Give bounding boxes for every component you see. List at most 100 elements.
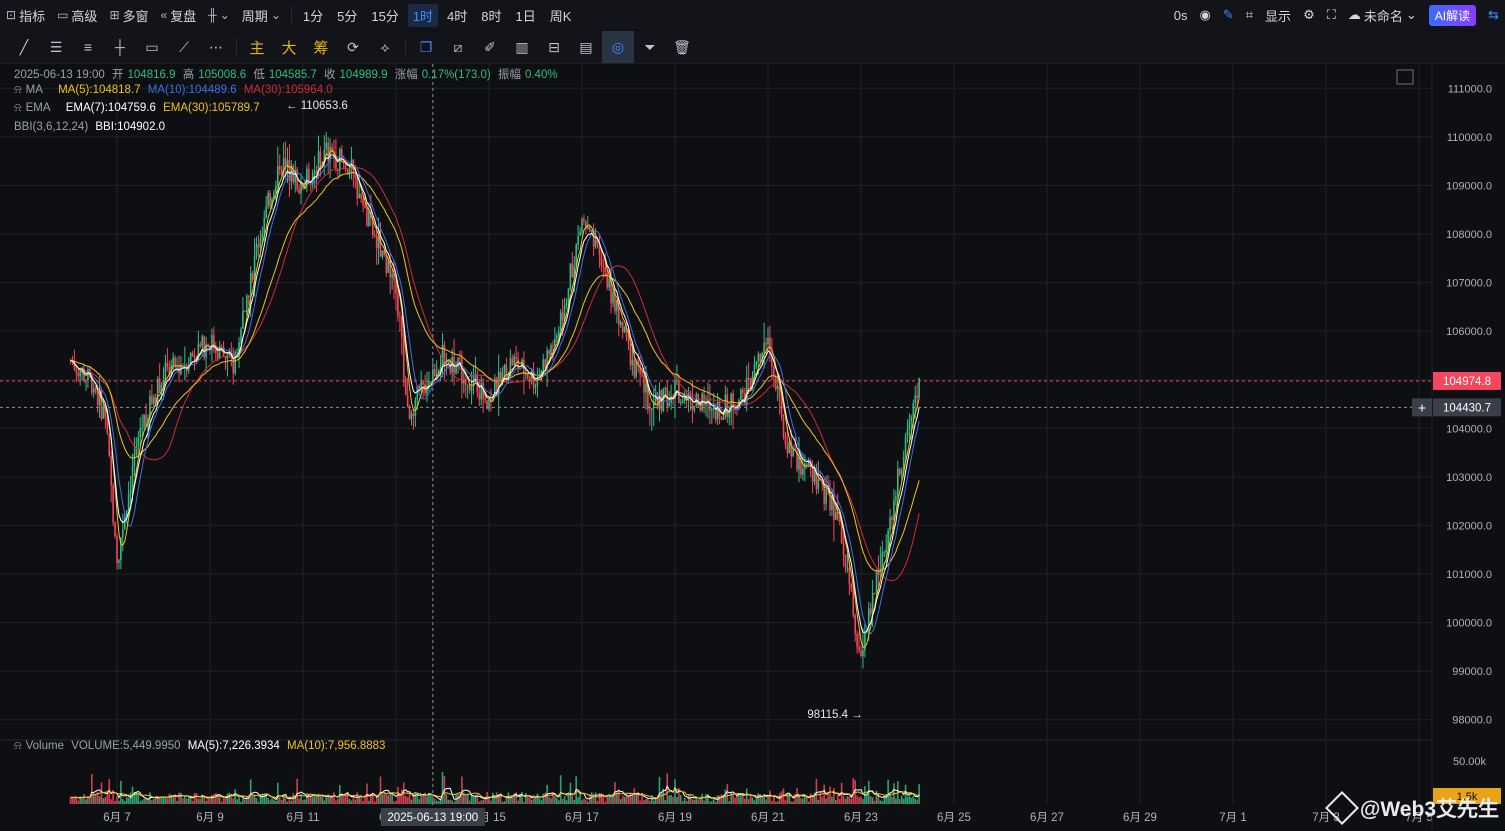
period-dropdown[interactable]: 周期 ⌄ [236, 0, 287, 30]
volume-bar [166, 798, 169, 804]
parallel-lines-icon[interactable]: ☰ [40, 31, 72, 63]
main-force-button[interactable]: 主 [241, 31, 273, 63]
timeframe-8h[interactable]: 8时 [476, 4, 506, 27]
candle-body [408, 406, 411, 419]
candle-body [773, 366, 775, 377]
candle-body [366, 208, 368, 226]
volume-bar [184, 796, 186, 804]
candle-body [422, 381, 424, 384]
bell-icon[interactable]: ⍾ [14, 740, 22, 752]
volume-bar [703, 800, 705, 804]
candle-body [565, 303, 568, 307]
layout-dropdown[interactable]: ☁ 未命名 ⌄ [1342, 0, 1423, 30]
ruler-icon[interactable]: ⟡ [369, 31, 401, 63]
volume-bar [649, 800, 651, 804]
replay-button[interactable]: «复盘 [155, 0, 203, 30]
candle-body [561, 312, 564, 321]
volume-bar [441, 771, 444, 804]
chart-type-dropdown[interactable]: ╫ ⌄ [202, 0, 236, 30]
volume-name: Volume [25, 740, 64, 752]
brush-icon[interactable]: ✐ [474, 31, 506, 63]
multi-window-label: 多窗 [122, 8, 149, 24]
y-tick-label: 106000.0 [1446, 326, 1492, 338]
timeframe-1m[interactable]: 1分 [298, 4, 328, 27]
volume-bar [178, 792, 180, 804]
volume-bar [745, 788, 748, 804]
volume-bar [468, 800, 471, 804]
camera-icon[interactable]: ◉ [1193, 0, 1216, 30]
big-order-button[interactable]: 大 [273, 31, 305, 63]
trend-line-icon[interactable]: ╱ [8, 31, 40, 63]
indicators-button[interactable]: ⊡ 指标 [0, 0, 51, 30]
volume-bar [720, 794, 723, 804]
horizontal-line-icon[interactable]: ┼ [104, 31, 136, 63]
timeframe-1w[interactable]: 周K [545, 4, 577, 27]
volume-bar [461, 776, 463, 804]
more-tools-icon[interactable]: ⋯ [200, 31, 232, 63]
timeframe-5m[interactable]: 5分 [332, 4, 362, 27]
volume-legend[interactable]: ⍾ Volume VOLUME:5,449.9950 MA(5):7,226.39… [14, 740, 389, 753]
pencil-icon[interactable]: ⟋ [168, 31, 200, 63]
volume-bar [916, 799, 918, 804]
price-chart[interactable]: 98000.0 99000.0 100000.0 101000.0 102000.0 10… [0, 64, 1505, 831]
measure-icon[interactable]: ⧄ [442, 31, 474, 63]
candle-body [79, 371, 81, 377]
channel-icon[interactable]: ≡ [72, 31, 104, 63]
candle-body [838, 519, 841, 522]
candle-body [856, 633, 858, 648]
trash-icon[interactable]: 🗑 [666, 31, 698, 63]
ma-legend[interactable]: ⍾ MA MA(5):104818.7 MA(10):104489.6 MA(30… [14, 84, 337, 97]
candle-body [263, 217, 266, 234]
share-icon[interactable]: ⇆ [1482, 0, 1505, 30]
volume-bar [191, 800, 194, 804]
amplitude-label: 振幅 [497, 69, 521, 81]
magnet-icon[interactable]: ◎ [602, 31, 634, 63]
latency-label: 0s [1173, 7, 1188, 23]
candle-body [325, 142, 328, 150]
timeframe-1h[interactable]: 1时 [407, 3, 439, 27]
display-button[interactable]: 显示 [1259, 0, 1297, 30]
pen-icon[interactable]: ✎ [1217, 0, 1240, 30]
candle-body [825, 489, 827, 504]
candle-body [898, 468, 901, 475]
volume-bar [550, 798, 552, 804]
bell-icon[interactable]: ⍾ [14, 84, 22, 96]
candle-body [805, 463, 808, 466]
candle-body [774, 376, 777, 390]
bbi-legend[interactable]: BBI(3,6,12,24) BBI:104902.0 [14, 121, 169, 133]
multi-window-button[interactable]: ⊞ 多窗 [103, 0, 154, 30]
filter-icon[interactable]: ⏷ [634, 31, 666, 63]
candle-body [277, 165, 279, 186]
volume-bar [85, 799, 87, 804]
volume-bar [275, 800, 277, 804]
chart-edit-icon[interactable]: ▤ [570, 31, 602, 63]
volume-bar [389, 792, 391, 804]
timeframe-4h[interactable]: 4时 [442, 4, 472, 27]
candle-body [286, 160, 289, 166]
candle-body [767, 337, 769, 345]
bell-icon[interactable]: ⍾ [14, 102, 22, 114]
frame-icon[interactable]: ⌗ [1240, 0, 1259, 30]
volume-bar [817, 799, 820, 804]
volume-bar [366, 783, 368, 804]
sync-icon[interactable]: ⟳ [337, 31, 369, 63]
timeframe-1d[interactable]: 1日 [511, 4, 541, 27]
copy-icon[interactable]: ❐ [410, 31, 442, 63]
candle-body [244, 310, 246, 312]
ai-interpret-button[interactable]: AI解读 [1428, 4, 1477, 26]
y-tick-label: 102000.0 [1446, 520, 1492, 532]
settings-icon[interactable]: ⚙ [1297, 0, 1321, 30]
fullscreen-icon[interactable]: ⛶ [1321, 0, 1342, 30]
volume-bar [660, 792, 663, 804]
timeframe-15m[interactable]: 15分 [366, 4, 403, 27]
chip-button[interactable]: 筹 [305, 31, 337, 63]
bars-icon[interactable]: ▥ [506, 31, 538, 63]
rectangle-icon[interactable]: ▭ [136, 31, 168, 63]
advanced-button[interactable]: ▭ 高级 [51, 0, 103, 30]
volume-bar [509, 798, 512, 804]
candle-body [464, 379, 467, 385]
lock-icon[interactable]: ⊟ [538, 31, 570, 63]
volume-bar [906, 796, 909, 804]
ema-legend[interactable]: ⍾ EMA EMA(7):104759.6 EMA(30):105789.7 [14, 102, 264, 115]
volume-bar [337, 798, 339, 804]
